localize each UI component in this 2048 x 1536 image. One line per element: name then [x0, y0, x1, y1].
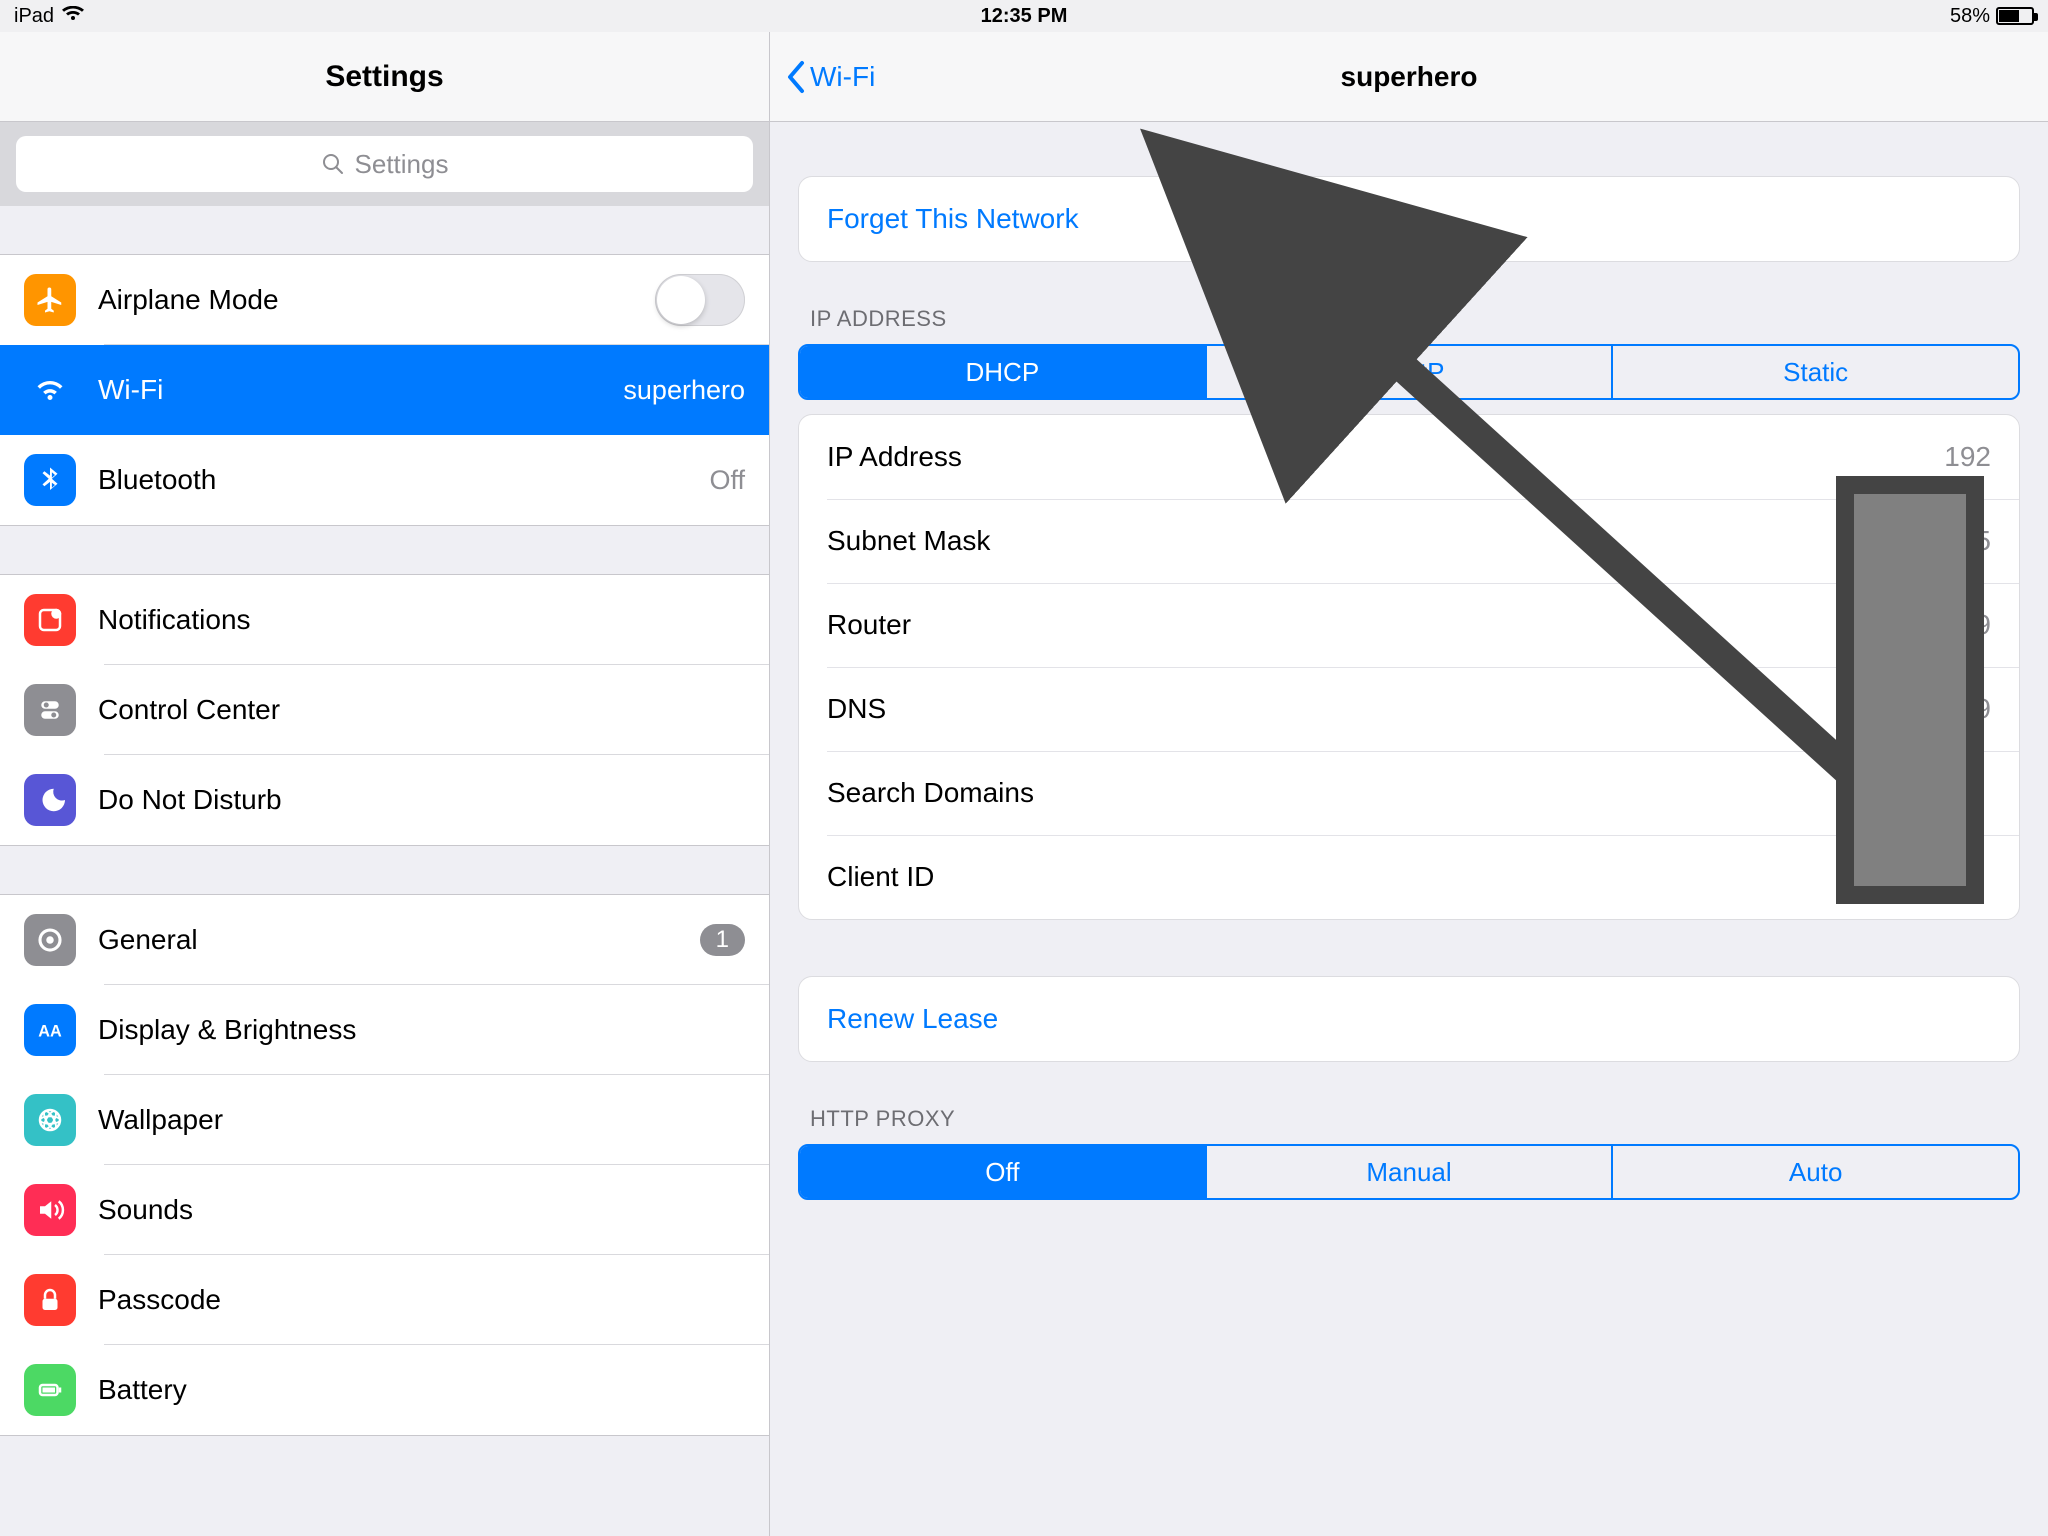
device-label: iPad: [14, 5, 54, 28]
renew-lease-button[interactable]: Renew Lease: [799, 977, 2019, 1061]
row-label: Notifications: [98, 604, 745, 636]
row-label: Passcode: [98, 1284, 745, 1316]
control-center-icon: [24, 684, 76, 736]
row-label: Airplane Mode: [98, 284, 633, 316]
sidebar-item-sounds[interactable]: Sounds: [0, 1165, 769, 1255]
airplane-toggle[interactable]: [655, 274, 745, 326]
wifi-value: superhero: [623, 375, 745, 406]
battery-percent: 58%: [1950, 5, 1990, 28]
detail-panel: Wi-Fi superhero Forget This Network IP A…: [770, 32, 2048, 1536]
proxy-segmented-control: Off Manual Auto: [798, 1144, 2020, 1200]
renew-card: Renew Lease: [798, 976, 2020, 1062]
seg-dhcp[interactable]: DHCP: [800, 346, 1207, 398]
general-badge: 1: [700, 924, 745, 956]
sidebar-item-wifi[interactable]: Wi-Fi superhero: [0, 345, 769, 435]
sidebar-header: Settings: [0, 32, 769, 122]
sidebar-item-airplane[interactable]: Airplane Mode: [0, 255, 769, 345]
seg-static[interactable]: Static: [1613, 346, 2018, 398]
row-dns[interactable]: DNS 19: [799, 667, 2019, 751]
search-placeholder: Settings: [355, 149, 449, 180]
back-label: Wi-Fi: [810, 61, 875, 93]
ip-address-value: 192: [1944, 441, 1991, 473]
dns-value: 19: [1960, 693, 1991, 725]
status-bar: iPad 12:35 PM 58%: [0, 0, 2048, 32]
search-wrap: Settings: [0, 122, 769, 206]
search-input[interactable]: Settings: [16, 136, 753, 192]
svg-text:AA: AA: [38, 1022, 62, 1040]
row-search-domains[interactable]: Search Domains: [799, 751, 2019, 835]
sidebar-item-dnd[interactable]: Do Not Disturb: [0, 755, 769, 845]
airplane-icon: [24, 274, 76, 326]
sidebar-item-passcode[interactable]: Passcode: [0, 1255, 769, 1345]
forget-card: Forget This Network: [798, 176, 2020, 262]
clock: 12:35 PM: [981, 5, 1068, 28]
battery-settings-icon: [24, 1364, 76, 1416]
sidebar-item-notifications[interactable]: Notifications: [0, 575, 769, 665]
row-label: Wi-Fi: [98, 374, 601, 406]
sidebar-item-wallpaper[interactable]: Wallpaper: [0, 1075, 769, 1165]
detail-title: superhero: [1341, 61, 1478, 93]
row-label: General: [98, 924, 678, 956]
proxy-section-label: HTTP PROXY: [798, 1062, 2020, 1144]
display-icon: AA: [24, 1004, 76, 1056]
row-subnet-mask[interactable]: Subnet Mask 255.25: [799, 499, 2019, 583]
row-router[interactable]: Router 19: [799, 583, 2019, 667]
dnd-icon: [24, 774, 76, 826]
search-icon: [321, 152, 345, 176]
wallpaper-icon: [24, 1094, 76, 1146]
ip-section-label: IP ADDRESS: [798, 262, 2020, 344]
settings-sidebar: Settings Settings Airplane Mode: [0, 32, 770, 1536]
row-label: Wallpaper: [98, 1104, 745, 1136]
seg-proxy-auto[interactable]: Auto: [1613, 1146, 2018, 1198]
sidebar-title: Settings: [325, 60, 443, 94]
seg-bootp[interactable]: BootP: [1207, 346, 1614, 398]
passcode-icon: [24, 1274, 76, 1326]
bluetooth-icon: [24, 454, 76, 506]
ip-segmented-control: DHCP BootP Static: [798, 344, 2020, 400]
forget-network-button[interactable]: Forget This Network: [799, 177, 2019, 261]
wifi-status-icon: [62, 5, 84, 28]
row-label: Display & Brightness: [98, 1014, 745, 1046]
row-label: Battery: [98, 1374, 745, 1406]
chevron-left-icon: [786, 60, 806, 94]
sidebar-item-bluetooth[interactable]: Bluetooth Off: [0, 435, 769, 525]
detail-navbar: Wi-Fi superhero: [770, 32, 2048, 122]
row-label: Bluetooth: [98, 464, 687, 496]
battery-icon: [1996, 7, 2034, 25]
notifications-icon: [24, 594, 76, 646]
back-button[interactable]: Wi-Fi: [786, 60, 875, 94]
row-label: Control Center: [98, 694, 745, 726]
bluetooth-value: Off: [709, 465, 745, 496]
forget-label: Forget This Network: [827, 203, 1079, 235]
seg-proxy-manual[interactable]: Manual: [1207, 1146, 1614, 1198]
ip-fields-card: IP Address 192 Subnet Mask 255.25 Router…: [798, 414, 2020, 920]
sidebar-item-display[interactable]: AA Display & Brightness: [0, 985, 769, 1075]
subnet-value: 255.25: [1905, 525, 1991, 557]
row-client-id[interactable]: Client ID: [799, 835, 2019, 919]
router-value: 19: [1960, 609, 1991, 641]
row-label: Do Not Disturb: [98, 784, 745, 816]
seg-proxy-off[interactable]: Off: [800, 1146, 1207, 1198]
wifi-icon: [24, 364, 76, 416]
row-ip-address[interactable]: IP Address 192: [799, 415, 2019, 499]
row-label: Sounds: [98, 1194, 745, 1226]
sidebar-item-general[interactable]: General 1: [0, 895, 769, 985]
general-icon: [24, 914, 76, 966]
sidebar-item-battery[interactable]: Battery: [0, 1345, 769, 1435]
sounds-icon: [24, 1184, 76, 1236]
sidebar-item-control-center[interactable]: Control Center: [0, 665, 769, 755]
